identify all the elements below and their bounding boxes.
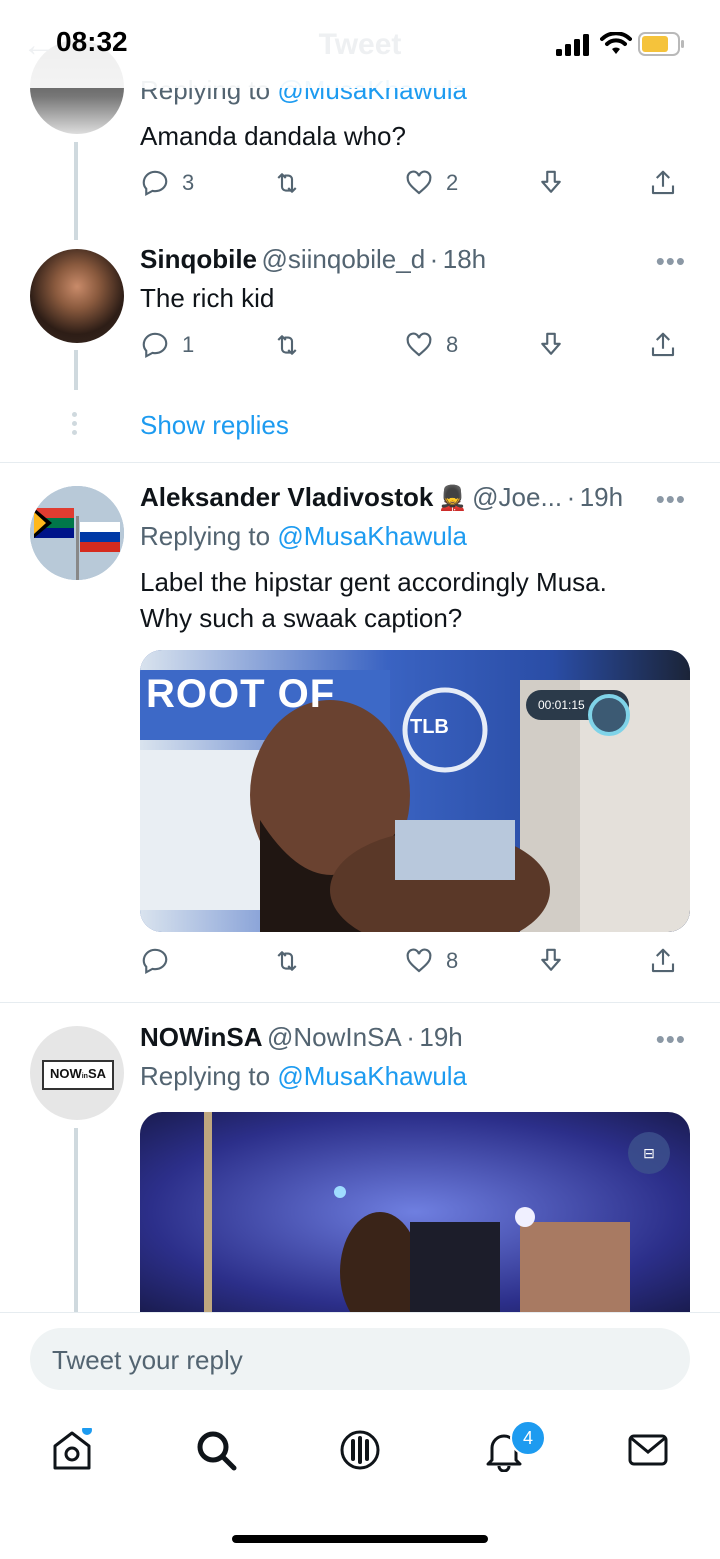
banner-text: ROOT OF <box>146 672 336 716</box>
reply-icon <box>142 332 168 359</box>
tweet-text-line: Why such a swaak caption? <box>140 603 463 633</box>
display-name[interactable]: NOWinSA <box>140 1022 263 1052</box>
like-button[interactable]: 8 <box>404 330 458 360</box>
tweet-time: 19h <box>419 1022 463 1052</box>
replying-to: Replying to @MusaKhawula <box>140 518 467 554</box>
heart-icon <box>406 170 432 195</box>
wifi-icon <box>600 32 632 54</box>
reply-input[interactable]: Tweet your reply <box>30 1328 690 1390</box>
like-button[interactable]: 2 <box>404 168 458 198</box>
like-count: 8 <box>446 948 459 973</box>
retweet-icon <box>277 173 297 193</box>
captions-icon[interactable]: ⊟ <box>628 1132 670 1174</box>
timer-text: 00:01:15 <box>538 698 585 712</box>
retweet-button[interactable] <box>272 946 302 976</box>
signal-icon <box>556 34 589 56</box>
tweet-text-line: Label the hipstar gent accordingly Musa. <box>140 567 607 597</box>
divider <box>0 1002 720 1003</box>
heart-icon <box>406 948 432 973</box>
display-name[interactable]: Sinqobile <box>140 244 257 274</box>
tweet-header: NOWinSA @NowInSA · 19h <box>140 1022 463 1052</box>
more-icon[interactable]: ••• <box>656 1024 686 1055</box>
notification-badge: 4 <box>510 1420 546 1456</box>
more-icon[interactable]: ••• <box>656 484 686 515</box>
reply-count: 3 <box>182 170 195 195</box>
video-thumbnail <box>140 1112 690 1312</box>
tweet-text: The rich kid <box>140 283 275 313</box>
tweet-video[interactable]: ⊟ <box>140 1112 690 1312</box>
thread-line <box>74 1128 78 1312</box>
show-replies-link[interactable]: Show replies <box>140 410 289 441</box>
spaces-icon[interactable] <box>338 1428 382 1472</box>
logo-word: NOW <box>49 1066 82 1081</box>
avatar[interactable] <box>30 249 124 343</box>
tweet-text: Label the hipstar gent accordingly Musa.… <box>140 564 607 636</box>
status-bar: ← Tweet 08:32 <box>0 0 720 88</box>
download-button[interactable] <box>536 330 566 360</box>
reply-button[interactable] <box>140 946 170 976</box>
reply-button[interactable]: 1 <box>140 330 194 360</box>
tweet-header: Sinqobile @siinqobile_d · 18h <box>140 244 487 274</box>
download-arrow-icon <box>541 948 561 971</box>
thread-line <box>74 350 78 390</box>
replying-label: Replying to <box>140 1061 271 1091</box>
tweet-image[interactable]: ROOT OF TLB 00:01:15 <box>140 650 690 932</box>
more-icon[interactable]: ••• <box>656 246 686 277</box>
retweet-icon <box>277 335 297 355</box>
tweet-time: 19h <box>579 482 624 512</box>
download-button[interactable] <box>536 168 566 198</box>
tweet-text: Amanda dandala who? <box>140 121 406 151</box>
user-handle[interactable]: @Joe... <box>472 482 562 512</box>
thread-line <box>74 142 78 240</box>
divider <box>0 462 720 463</box>
share-icon <box>651 948 675 973</box>
like-count: 8 <box>446 332 459 357</box>
share-button[interactable] <box>648 168 678 198</box>
reply-icon <box>142 948 168 975</box>
like-button[interactable]: 8 <box>404 946 458 976</box>
reply-button[interactable]: 3 <box>140 168 194 198</box>
user-handle[interactable]: @siinqobile_d <box>261 244 425 274</box>
retweet-button[interactable] <box>272 168 302 198</box>
status-time: 08:32 <box>56 26 128 57</box>
guard-emoji: 💂 <box>437 485 468 512</box>
mention-link[interactable]: @MusaKhawula <box>277 1061 467 1091</box>
mention-link[interactable]: @MusaKhawula <box>277 521 467 551</box>
share-icon <box>651 332 675 357</box>
messages-envelope-icon[interactable] <box>626 1428 670 1472</box>
like-count: 2 <box>446 170 459 195</box>
avatar[interactable]: NOWinSA <box>30 1026 124 1120</box>
download-arrow-icon <box>541 332 561 355</box>
tweet-header: Aleksander Vladivostok 💂 @Joe... · 19h <box>140 482 624 512</box>
display-name[interactable]: Aleksander Vladivostok <box>140 482 433 512</box>
home-indicator <box>232 1535 488 1543</box>
flags-image <box>30 486 124 580</box>
replying-to: Replying to @MusaKhawula <box>140 1058 467 1094</box>
avatar[interactable] <box>30 486 124 580</box>
battery-icon <box>638 32 684 56</box>
reply-placeholder: Tweet your reply <box>52 1345 243 1375</box>
logo-word: SA <box>87 1066 107 1081</box>
share-button[interactable] <box>648 330 678 360</box>
home-icon[interactable] <box>50 1428 94 1472</box>
search-icon[interactable] <box>194 1428 238 1472</box>
logo-text: TLB <box>410 716 449 738</box>
user-handle[interactable]: @NowInSA <box>267 1022 402 1052</box>
replying-label: Replying to <box>140 521 271 551</box>
heart-icon <box>406 332 432 357</box>
reply-icon <box>142 170 168 197</box>
pause-icon <box>588 694 630 736</box>
retweet-icon <box>277 951 297 971</box>
reply-count: 1 <box>182 332 195 357</box>
download-button[interactable] <box>536 946 566 976</box>
share-button[interactable] <box>648 946 678 976</box>
retweet-button[interactable] <box>272 330 302 360</box>
download-arrow-icon <box>541 170 561 193</box>
share-icon <box>651 170 675 195</box>
avatar-logo: NOWinSA <box>42 1060 114 1090</box>
tweet-time: 18h <box>442 244 487 274</box>
ellipsis-dots-icon <box>72 412 78 435</box>
